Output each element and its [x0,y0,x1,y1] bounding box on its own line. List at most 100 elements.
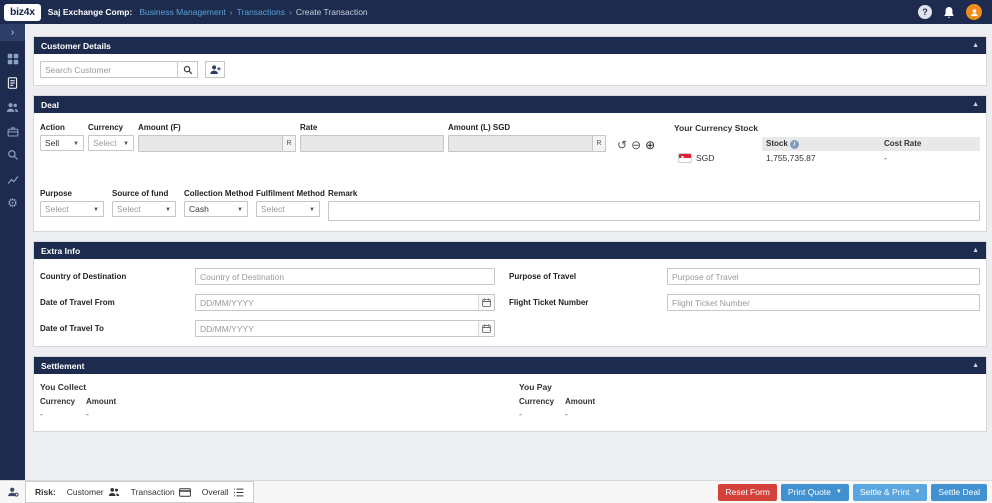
customer-details-title: Customer Details [41,40,111,51]
country-of-destination-input[interactable] [195,268,495,285]
card-icon [178,487,191,497]
collect-currency-value: - [40,409,43,419]
date-of-travel-from-label: Date of Travel From [40,298,115,307]
info-icon[interactable]: i [789,140,799,149]
purpose-field: Purpose Select ▼ [40,189,104,217]
person-icon [970,8,978,16]
breadcrumb: Business Management › Transactions › Cre… [139,7,367,17]
chart-icon[interactable] [0,167,25,191]
collapse-up-icon[interactable]: ▲ [972,101,979,108]
help-icon[interactable]: ? [918,5,932,19]
breadcrumb-current-page: Create Transaction [295,7,368,17]
reset-form-button[interactable]: Reset Form [718,483,777,501]
date-of-travel-from-field [195,294,495,311]
risk-transaction[interactable]: Transaction [131,487,191,497]
customers-icon[interactable] [0,95,25,119]
user-settings-icon[interactable] [0,486,25,498]
purpose-label: Purpose [40,189,73,198]
notifications-bell-icon[interactable] [943,6,955,19]
collapse-up-icon[interactable]: ▲ [972,42,979,49]
purpose-select[interactable]: Select ▼ [40,201,104,217]
search-customer-button[interactable] [178,61,198,78]
remove-row-icon[interactable]: ⊖ [631,137,641,154]
rate-toggle-button[interactable]: R [593,135,606,152]
purpose-value: Select [45,204,69,214]
app-logo[interactable]: biz4x [4,3,41,21]
customer-details-panel: Customer Details ▲ [33,36,987,86]
chevron-down-icon: ▼ [914,489,921,495]
chevron-down-icon: ▼ [165,207,171,213]
sidebar: › ⚙ [0,24,25,480]
action-select[interactable]: Sell ▼ [40,135,84,151]
print-quote-button[interactable]: Print Quote ▼ [780,483,849,501]
add-customer-button[interactable] [205,61,225,78]
remark-label: Remark [328,189,358,198]
currency-stock-block: Your Currency Stock Stock i Cost Rate SGD [674,123,980,165]
remark-input[interactable] [328,201,980,221]
date-of-travel-to-input[interactable] [195,320,495,337]
chevron-down-icon: ▼ [309,207,315,213]
undo-icon[interactable]: ↺ [617,137,627,154]
user-avatar[interactable] [966,4,982,20]
calendar-icon[interactable] [478,321,494,336]
customer-search-input[interactable] [40,61,178,78]
documents-icon[interactable] [0,71,25,95]
date-of-travel-from-input[interactable] [195,294,495,311]
currency-field: Currency Select ▼ [88,123,134,151]
add-row-icon[interactable]: ⊕ [645,137,655,154]
currency-header: Currency [519,397,555,406]
calendar-icon[interactable] [478,295,494,310]
breadcrumb-transactions[interactable]: Transactions [237,7,285,17]
flight-ticket-number-input[interactable] [667,294,980,311]
amount-header: Amount [565,397,596,406]
risk-overall[interactable]: Overall [202,487,244,497]
gear-icon[interactable]: ⚙ [0,191,25,215]
deal-detail-row: Purpose Select ▼ Source of fund Select ▼… [40,189,980,221]
sidebar-expand-button[interactable]: › [0,24,25,41]
risk-label: Risk: [35,487,56,497]
settle-and-print-button[interactable]: Settle & Print ▼ [852,483,928,501]
stock-table-row: SGD 1,755,735.87 - [674,151,980,165]
collection-method-select[interactable]: Cash ▼ [184,201,248,217]
extra-info-title: Extra Info [41,245,81,256]
you-collect-values: - - [40,409,519,419]
currency-value: Select [93,138,117,148]
breadcrumb-business-management[interactable]: Business Management [139,7,225,17]
search-icon [183,65,192,74]
chevron-down-icon: ▼ [93,207,99,213]
extra-info-body: Country of Destination Purpose of Travel… [34,259,986,346]
deal-row-actions: ↺ ⊖ ⊕ [617,137,655,154]
search-icon[interactable] [0,143,25,167]
collect-amount-value: - [86,409,89,419]
deal-panel: Deal ▲ Action Sell ▼ Currency Select ▼ A… [33,95,987,232]
amount-f-field: Amount (F) R [138,123,296,152]
footer-bar: Risk: Customer Transaction Overall Reset… [0,480,992,503]
dashboard-icon[interactable] [0,47,25,71]
stock-value: 1,755,735.87 [766,153,816,163]
briefcase-icon[interactable] [0,119,25,143]
currency-select[interactable]: Select ▼ [88,135,134,151]
collection-method-label: Collection Method [184,189,254,198]
purpose-of-travel-input[interactable] [667,268,980,285]
risk-customer-label: Customer [66,487,104,497]
extra-info-panel: Extra Info ▲ Country of Destination Purp… [33,241,987,347]
rate-toggle-button[interactable]: R [283,135,296,152]
chevron-down-icon: ▼ [73,141,79,147]
source-of-fund-value: Select [117,204,141,214]
collapse-up-icon[interactable]: ▲ [972,362,979,369]
settlement-header: Settlement ▲ [34,357,986,374]
settle-deal-button[interactable]: Settle Deal [931,483,987,501]
chevron-down-icon: ▼ [835,489,842,495]
collapse-up-icon[interactable]: ▲ [972,247,979,254]
risk-transaction-label: Transaction [130,487,175,497]
fulfilment-method-field: Fulfilment Method Select ▼ [256,189,325,217]
risk-customer[interactable]: Customer [67,487,120,497]
settlement-panel: Settlement ▲ You Collect Currency Amount… [33,356,987,432]
you-collect-title: You Collect [40,382,87,392]
pay-currency-value: - [519,409,522,419]
source-of-fund-field: Source of fund Select ▼ [112,189,176,217]
source-of-fund-select[interactable]: Select ▼ [112,201,176,217]
you-collect-headers: Currency Amount [40,397,519,406]
fulfilment-method-select[interactable]: Select ▼ [256,201,320,217]
settlement-body: You Collect Currency Amount - - You Pay … [34,374,986,431]
